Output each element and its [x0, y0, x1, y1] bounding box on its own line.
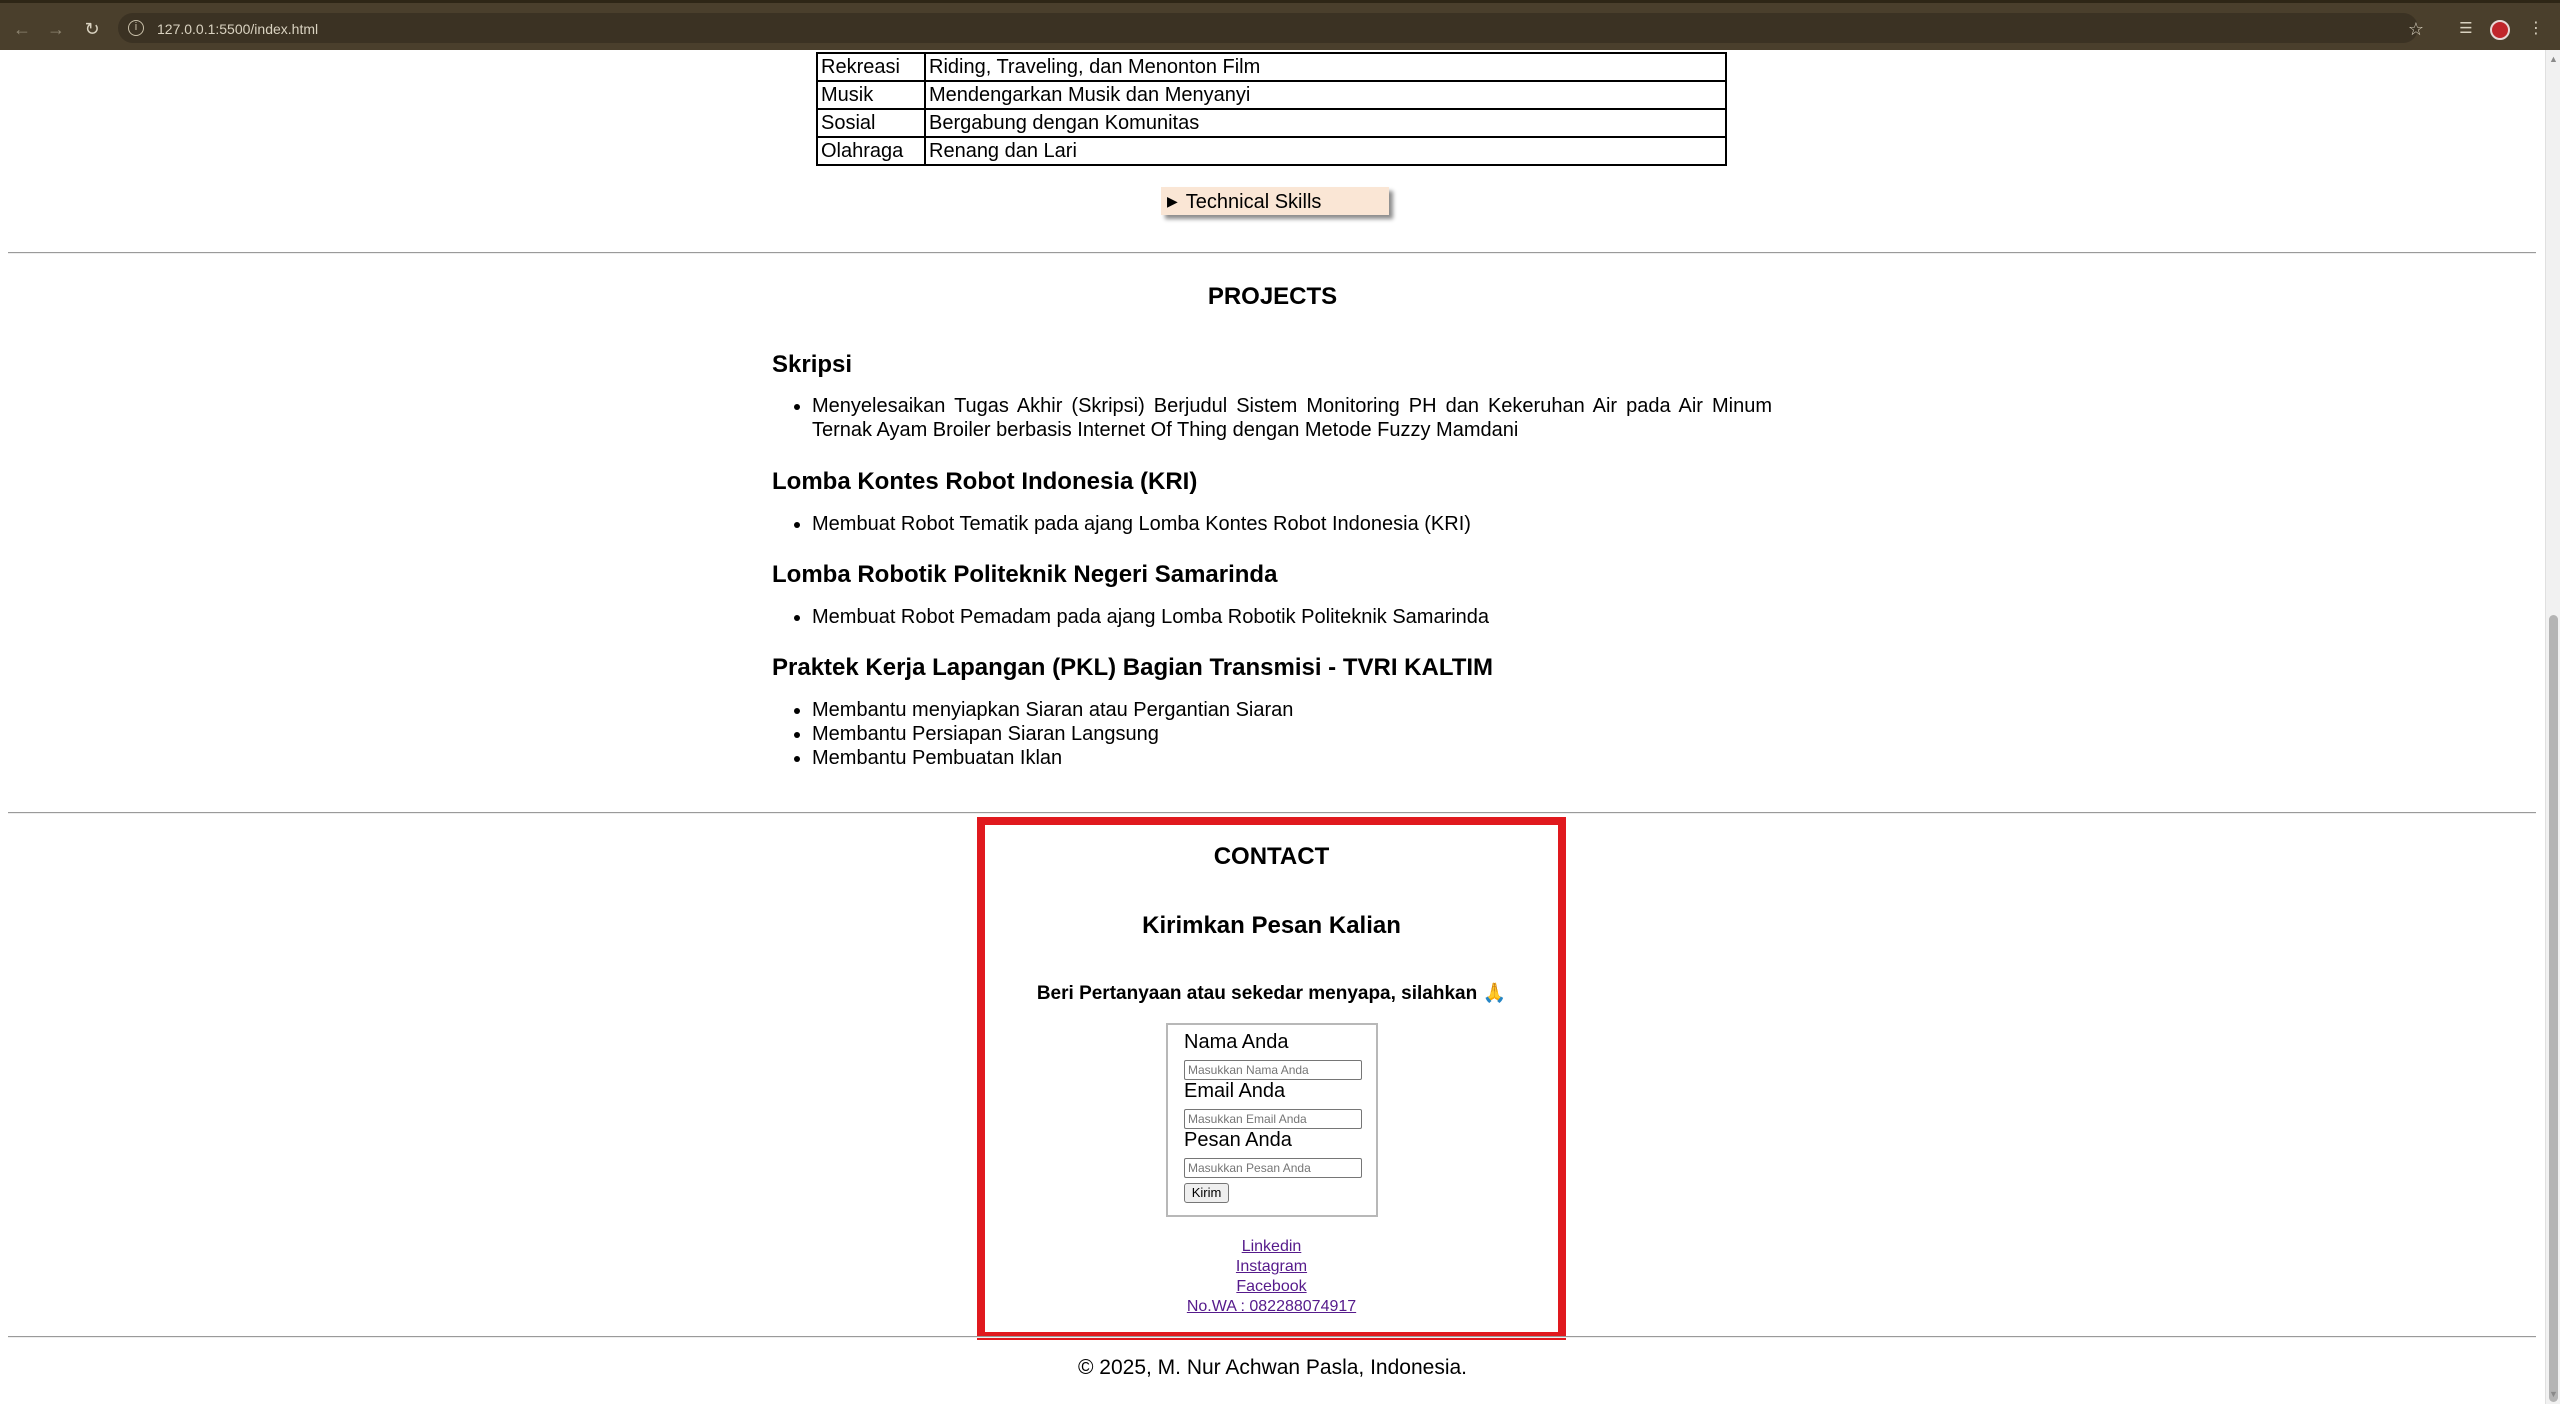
email-label: Email Anda	[1184, 1080, 1286, 1102]
page-scrollbar[interactable]: ▲ ▼	[2545, 50, 2560, 1404]
bookmark-star-icon[interactable]: ☆	[2405, 18, 2427, 40]
project-heading: Lomba Kontes Robot Indonesia (KRI)	[772, 468, 1198, 495]
project-kri: Lomba Kontes Robot Indonesia (KRI) Membu…	[772, 468, 1772, 536]
hobby-row: Olahraga Renang dan Lari	[816, 136, 1727, 166]
hobby-detail: Riding, Traveling, dan Menonton Film	[924, 52, 1727, 82]
hobby-detail: Renang dan Lari	[924, 136, 1727, 166]
name-label: Nama Anda	[1184, 1031, 1289, 1053]
hobby-row: Rekreasi Riding, Traveling, dan Menonton …	[816, 52, 1727, 82]
projects-title: PROJECTS	[1207, 283, 1338, 310]
project-bullet: Membuat Robot Tematik pada ajang Lomba K…	[812, 512, 1772, 536]
contact-subtitle: Kirimkan Pesan Kalian	[1142, 912, 1401, 939]
back-icon[interactable]: ←	[12, 19, 32, 39]
email-input[interactable]: Masukkan Email Anda	[1184, 1109, 1362, 1129]
name-input[interactable]: Masukkan Nama Anda	[1184, 1060, 1362, 1080]
facebook-link[interactable]: Facebook	[977, 1278, 1566, 1296]
hobby-row: Sosial Bergabung dengan Komunitas	[816, 108, 1727, 138]
contact-prompt: Beri Pertanyaan atau sekedar menyapa, si…	[1036, 983, 1507, 1004]
instagram-link[interactable]: Instagram	[977, 1258, 1566, 1276]
project-skripsi: Skripsi Menyelesaikan Tugas Akhir (Skrip…	[772, 351, 1772, 442]
message-label: Pesan Anda	[1184, 1129, 1292, 1151]
divider	[8, 812, 2536, 814]
whatsapp-link[interactable]: No.WA : 082288074917	[977, 1298, 1566, 1316]
project-heading: Skripsi	[772, 351, 853, 378]
forward-icon[interactable]: →	[46, 19, 66, 39]
reload-icon[interactable]: ↻	[82, 19, 102, 39]
hobby-category: Sosial	[816, 108, 926, 138]
disclosure-triangle-icon: ▶	[1167, 193, 1178, 209]
address-bar[interactable]	[118, 13, 2418, 43]
browser-toolbar: ← → ↻ i 127.0.0.1:5500/index.html ☆ ☰ ⋮	[0, 0, 2560, 50]
hobby-detail: Bergabung dengan Komunitas	[924, 108, 1727, 138]
hobby-category: Rekreasi	[816, 52, 926, 82]
project-bullet: Menyelesaikan Tugas Akhir (Skripsi) Berj…	[812, 394, 1772, 442]
scroll-up-icon[interactable]: ▲	[2548, 53, 2559, 65]
technical-skills-toggle[interactable]: ▶ Technical Skills	[1161, 187, 1389, 215]
hobby-table: Rekreasi Riding, Traveling, dan Menonton …	[816, 52, 1727, 166]
contact-form: Nama Anda Masukkan Nama Anda Email Anda …	[1166, 1023, 1378, 1217]
linkedin-link[interactable]: Linkedin	[977, 1238, 1566, 1256]
hobby-category: Musik	[816, 80, 926, 110]
project-bullet: Membuat Robot Pemadam pada ajang Lomba R…	[812, 605, 1772, 629]
scrollbar-thumb[interactable]	[2549, 615, 2558, 1402]
technical-skills-label: Technical Skills	[1185, 191, 1322, 213]
project-bullet: Membantu menyiapkan Siaran atau Perganti…	[812, 698, 1772, 722]
scroll-down-icon[interactable]: ▼	[2548, 1388, 2559, 1400]
menu-icon[interactable]: ⋮	[2525, 18, 2547, 40]
project-bullet: Membantu Persiapan Siaran Langsung	[812, 722, 1772, 746]
hobby-row: Musik Mendengarkan Musik dan Menyanyi	[816, 80, 1727, 110]
hobby-category: Olahraga	[816, 136, 926, 166]
contact-title: CONTACT	[1213, 843, 1330, 870]
project-heading: Praktek Kerja Lapangan (PKL) Bagian Tran…	[772, 654, 1494, 681]
media-control-icon[interactable]: ☰	[2455, 18, 2477, 40]
project-heading: Lomba Robotik Politeknik Negeri Samarind…	[772, 561, 1278, 588]
footer-copyright: © 2025, M. Nur Achwan Pasla, Indonesia.	[1077, 1356, 1468, 1379]
message-input[interactable]: Masukkan Pesan Anda	[1184, 1158, 1362, 1178]
divider	[8, 252, 2536, 254]
address-url[interactable]: 127.0.0.1:5500/index.html	[157, 21, 318, 37]
profile-avatar[interactable]	[2490, 20, 2510, 40]
project-robotik: Lomba Robotik Politeknik Negeri Samarind…	[772, 561, 1772, 629]
divider	[8, 1336, 2536, 1338]
hobby-detail: Mendengarkan Musik dan Menyanyi	[924, 80, 1727, 110]
submit-button[interactable]: Kirim	[1184, 1183, 1229, 1203]
site-info-icon[interactable]: i	[128, 20, 144, 36]
project-bullet: Membantu Pembuatan Iklan	[812, 746, 1772, 770]
project-pkl: Praktek Kerja Lapangan (PKL) Bagian Tran…	[772, 654, 1772, 770]
